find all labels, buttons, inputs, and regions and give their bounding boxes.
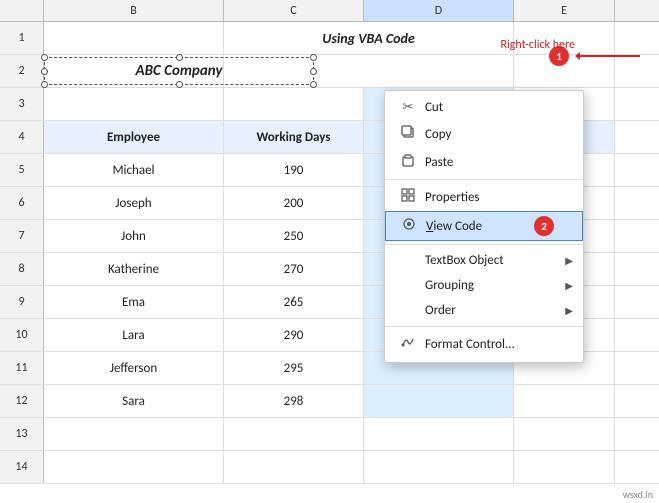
menu-label-grouping: Grouping bbox=[425, 278, 569, 293]
arrow-svg bbox=[575, 49, 645, 63]
menu-item-textboxobj[interactable]: TextBox Object bbox=[385, 248, 583, 273]
header-corner bbox=[0, 0, 44, 21]
copy-icon bbox=[399, 125, 417, 143]
badge-2: 2 bbox=[534, 216, 554, 236]
cell-8b: Katherine bbox=[44, 253, 224, 285]
menu-item-copy[interactable]: Copy bbox=[385, 120, 583, 148]
spreadsheet: B C D E 1 Using VBA Code 2 bbox=[0, 0, 659, 503]
properties-icon bbox=[399, 188, 417, 206]
cell-6b: Joseph bbox=[44, 187, 224, 219]
cell-13b bbox=[44, 418, 224, 450]
row-num-7: 7 bbox=[0, 220, 44, 252]
cell-5b: Michael bbox=[44, 154, 224, 186]
cell-13c bbox=[224, 418, 364, 450]
divider-3 bbox=[385, 326, 583, 327]
cell-12b: Sara bbox=[44, 385, 224, 417]
handle-tc[interactable] bbox=[176, 54, 183, 61]
col-header-b: B bbox=[44, 0, 224, 21]
col-header-d: D bbox=[364, 0, 514, 21]
menu-item-formatcontrol[interactable]: Format Control... bbox=[385, 330, 583, 358]
cell-1b bbox=[44, 22, 224, 54]
cell-14e bbox=[514, 451, 615, 483]
cell-13e bbox=[514, 418, 615, 450]
menu-item-grouping[interactable]: Grouping bbox=[385, 273, 583, 298]
menu-label-copy: Copy bbox=[425, 127, 569, 142]
menu-item-order[interactable]: Order bbox=[385, 298, 583, 323]
handle-ml[interactable] bbox=[41, 68, 48, 75]
cell-4b: Employee bbox=[44, 121, 224, 153]
viewcode-icon bbox=[400, 217, 418, 235]
row-num-11: 11 bbox=[0, 352, 44, 384]
row-13: 13 bbox=[0, 418, 659, 451]
cell-1c: Using VBA Code bbox=[224, 22, 514, 54]
handle-bl[interactable] bbox=[41, 81, 48, 88]
menu-item-cut[interactable]: ✂ Cut bbox=[385, 95, 583, 120]
handle-tl[interactable] bbox=[41, 54, 48, 61]
menu-label-formatcontrol: Format Control... bbox=[425, 337, 569, 352]
context-menu: ✂ Cut Copy Paste Properties bbox=[384, 90, 584, 363]
cell-13d bbox=[364, 418, 514, 450]
textbox-label: ABC Company bbox=[136, 62, 223, 80]
menu-label-textboxobj: TextBox Object bbox=[425, 253, 569, 268]
cell-9b: Ema bbox=[44, 286, 224, 318]
row-num-14: 14 bbox=[0, 451, 44, 483]
cell-10c: 290 bbox=[224, 319, 364, 351]
menu-item-properties[interactable]: Properties bbox=[385, 183, 583, 211]
cell-11c: 295 bbox=[224, 352, 364, 384]
row-num-8: 8 bbox=[0, 253, 44, 285]
handle-bc[interactable] bbox=[176, 81, 183, 88]
menu-label-properties: Properties bbox=[425, 190, 569, 205]
column-headers: B C D E bbox=[0, 0, 659, 22]
cell-12e bbox=[514, 385, 615, 417]
cell-12c: 298 bbox=[224, 385, 364, 417]
cell-9c: 265 bbox=[224, 286, 364, 318]
row-14: 14 bbox=[0, 451, 659, 484]
divider-1 bbox=[385, 179, 583, 180]
cell-12d bbox=[364, 385, 514, 417]
cell-14c bbox=[224, 451, 364, 483]
row-num-6: 6 bbox=[0, 187, 44, 219]
annotation-text: Right-click here bbox=[500, 38, 575, 52]
row-num-4: 4 bbox=[0, 121, 44, 153]
cell-7c: 250 bbox=[224, 220, 364, 252]
cell-5c: 190 bbox=[224, 154, 364, 186]
row-num-2: 2 bbox=[0, 55, 44, 87]
col-header-e: E bbox=[514, 0, 615, 21]
watermark: wsxd.in bbox=[623, 488, 653, 501]
arrow-annotation bbox=[575, 49, 645, 63]
abc-company-textbox[interactable]: ABC Company bbox=[44, 57, 314, 85]
menu-item-viewcode[interactable]: View Code 2 bbox=[385, 211, 583, 241]
handle-mr[interactable] bbox=[310, 68, 317, 75]
cell-10b: Lara bbox=[44, 319, 224, 351]
divider-2 bbox=[385, 244, 583, 245]
menu-label-paste: Paste bbox=[425, 155, 569, 170]
row-num-3: 3 bbox=[0, 88, 44, 120]
row-num-13: 13 bbox=[0, 418, 44, 450]
cell-14b bbox=[44, 451, 224, 483]
cell-3b bbox=[44, 88, 224, 120]
row-num-5: 5 bbox=[0, 154, 44, 186]
cell-6c: 200 bbox=[224, 187, 364, 219]
col-header-c: C bbox=[224, 0, 364, 21]
row-12: 12 Sara 298 bbox=[0, 385, 659, 418]
cell-8c: 270 bbox=[224, 253, 364, 285]
cell-14d bbox=[364, 451, 514, 483]
cell-3c bbox=[224, 88, 364, 120]
row-num-9: 9 bbox=[0, 286, 44, 318]
cut-icon: ✂ bbox=[399, 100, 417, 115]
row-num-1: 1 bbox=[0, 22, 44, 54]
row-num-12: 12 bbox=[0, 385, 44, 417]
menu-label-cut: Cut bbox=[425, 100, 569, 115]
handle-br[interactable] bbox=[310, 81, 317, 88]
cell-7b: John bbox=[44, 220, 224, 252]
menu-item-paste[interactable]: Paste bbox=[385, 148, 583, 176]
cell-4c: Working Days bbox=[224, 121, 364, 153]
paste-icon bbox=[399, 153, 417, 171]
menu-label-order: Order bbox=[425, 303, 569, 318]
row-num-10: 10 bbox=[0, 319, 44, 351]
handle-tr[interactable] bbox=[310, 54, 317, 61]
cell-11b: Jefferson bbox=[44, 352, 224, 384]
formatcontrol-icon bbox=[399, 335, 417, 353]
